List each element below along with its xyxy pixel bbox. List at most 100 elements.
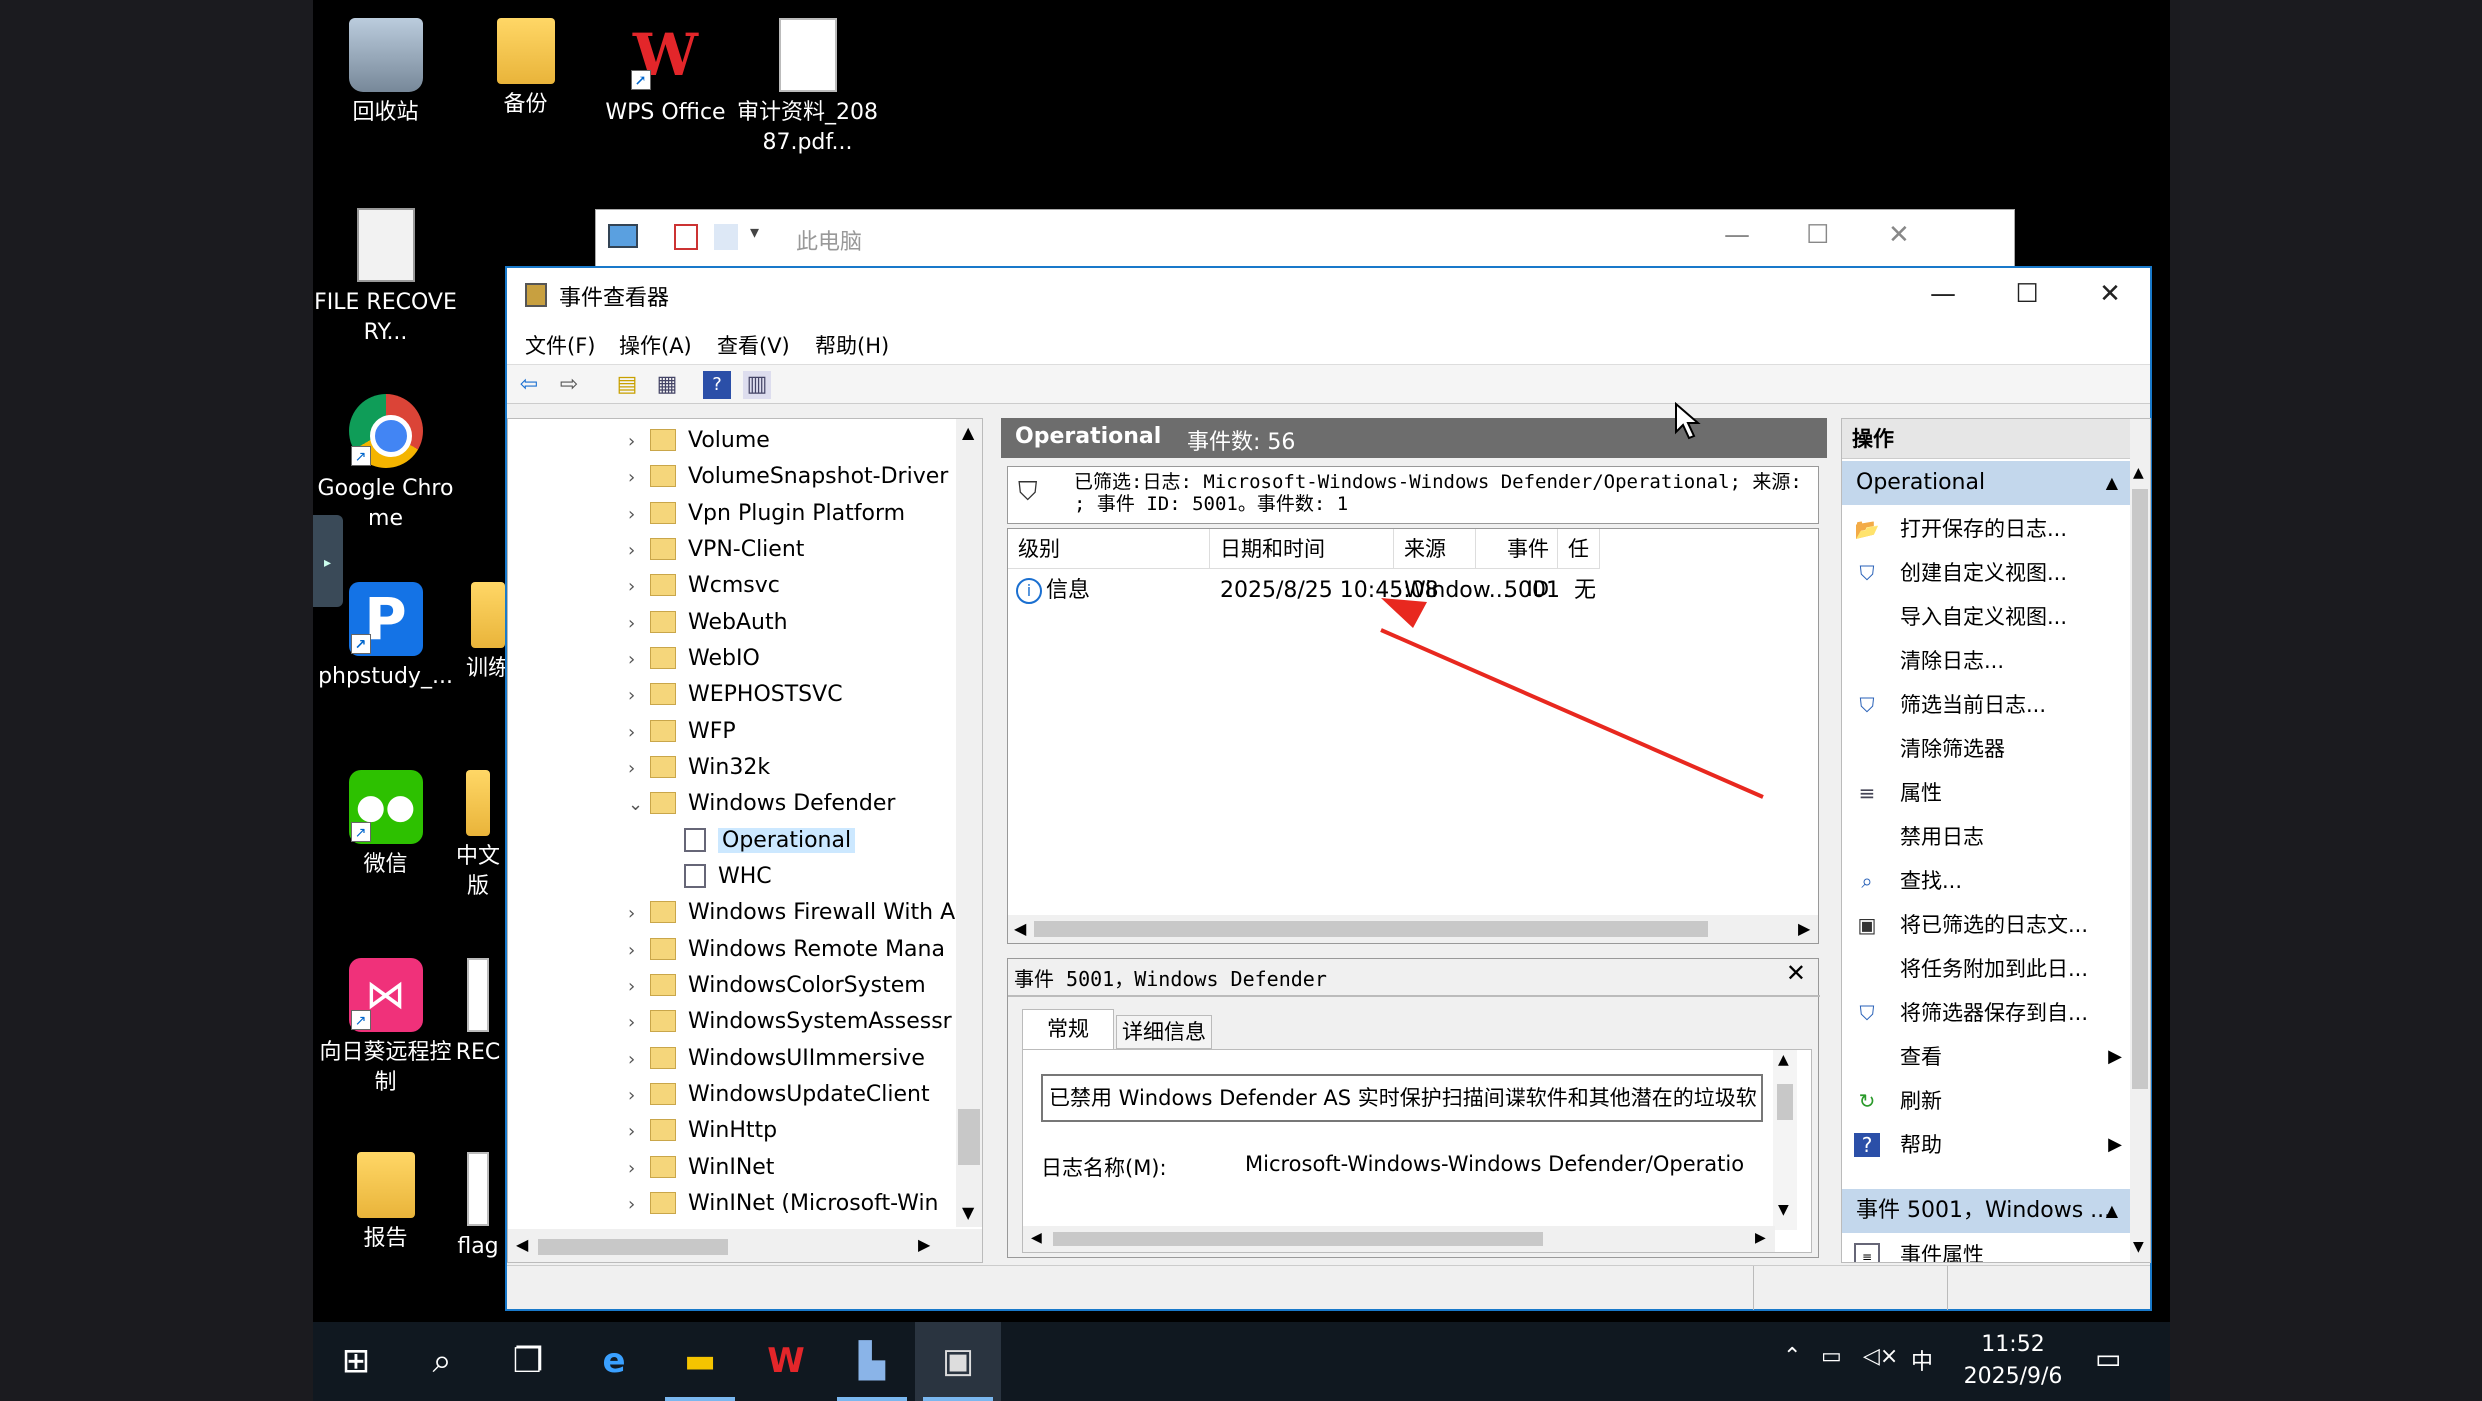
tree-item[interactable]: › WinINet (Microsoft-Win [628,1186,939,1222]
scroll-down-icon[interactable]: ▼ [962,1203,974,1222]
scroll-right-icon[interactable]: ▶ [1755,1230,1766,1246]
column-task[interactable]: 任务类 [1558,529,1600,569]
explorer-window[interactable]: ▾ 此电脑 — ☐ ✕ [595,209,2015,267]
close-icon[interactable]: ✕ [1888,220,1910,250]
action-item[interactable]: ⛉ 将筛选器保存到自... [1842,991,2132,1035]
tree-item[interactable]: › Volume [628,423,770,459]
navigation-tree[interactable]: › Volume › VolumeSnapshot-Driver › Vpn Plugin… [507,418,983,1263]
action-item[interactable]: 禁用日志 [1842,815,2132,859]
desktop-icon-phpstudy[interactable]: P ↗ phpstudy_... [313,582,458,692]
up-folder-icon[interactable]: ▤ [613,371,641,399]
tree-item[interactable]: › VolumeSnapshot-Driver [628,459,948,495]
menu-action[interactable]: 操作(A) [619,330,692,360]
action-item[interactable]: 清除筛选器 [1842,727,2132,771]
desktop-icon-recycle-bin[interactable]: 回收站 [313,18,458,128]
event-message[interactable]: 已禁用 Windows Defender AS 实时保护扫描间谍软件和其他潜在的… [1041,1074,1763,1122]
column-level[interactable]: 级别 [1008,529,1210,569]
start-button[interactable]: ⊞ [313,1322,399,1401]
scroll-right-icon[interactable]: ▶ [918,1235,930,1254]
chevron-right-icon[interactable]: › [628,896,650,932]
maximize-button[interactable]: ☐ [1987,268,2067,320]
tree-item[interactable]: Operational [684,823,856,859]
taskbar-wps[interactable]: W [743,1322,829,1401]
desktop-icon-chrome[interactable]: ↗ Google Chrome [313,394,458,534]
desktop-icon-report[interactable]: 报告 [313,1152,458,1254]
task-view-button[interactable]: ❐ [485,1322,571,1401]
chevron-right-icon[interactable]: › [628,533,650,569]
tree-item[interactable]: › Windows Remote Mana [628,932,945,968]
desktop-icon-backup[interactable]: 备份 [453,18,598,120]
forward-arrow-icon[interactable]: ⇨ [555,371,583,399]
tree-item[interactable]: › Vpn Plugin Platform [628,496,905,532]
collapse-icon[interactable]: ▲ [2106,1189,2118,1233]
detail-scroll-thumb[interactable] [1777,1084,1793,1120]
desktop-icon-wps[interactable]: W ↗ WPS Office [593,18,738,128]
tree-scroll-thumb[interactable] [958,1109,980,1165]
notification-icon[interactable]: ▭ [2095,1342,2121,1375]
tab-general[interactable]: 常规 [1022,1009,1114,1049]
clock-date[interactable]: 2025/9/6 [1953,1364,2073,1389]
detail-vertical-scrollbar[interactable]: ▲ ▼ [1773,1050,1797,1230]
chevron-right-icon[interactable]: › [628,969,650,1005]
chevron-right-icon[interactable]: › [628,424,650,460]
ime-indicator[interactable]: 中 [1911,1344,1933,1376]
column-source[interactable]: 来源 [1394,529,1476,569]
action-item[interactable]: 导入自定义视图... [1842,595,2132,639]
minimize-icon[interactable]: — [1724,220,1750,250]
chevron-down-icon[interactable]: ⌄ [628,787,650,823]
chevron-right-icon[interactable]: › [628,1005,650,1041]
chevron-right-icon[interactable]: › [628,642,650,678]
volume-muted-icon[interactable]: ◁× [1863,1344,1898,1369]
event-viewer-window[interactable]: 事件查看器 — ☐ ✕ 文件(F) 操作(A) 查看(V) 帮助(H) ⇦ ⇨ … [505,266,2152,1311]
desktop-icon-audit-pdf[interactable]: 审计资料_20887.pdf... [735,18,880,158]
actions-section-operational[interactable]: Operational ▲ [1842,461,2132,505]
action-item[interactable]: 清除日志... [1842,639,2132,683]
new-folder-icon[interactable] [714,224,738,250]
tree-item[interactable]: › WFP [628,714,736,750]
chevron-right-icon[interactable]: › [628,678,650,714]
chevron-right-icon[interactable]: › [628,497,650,533]
title-bar[interactable]: 事件查看器 — ☐ ✕ [507,268,2150,320]
tree-item[interactable]: › WindowsUpdateClient [628,1077,930,1113]
grid-horizontal-scrollbar[interactable]: ◀ ▶ [1008,915,1818,943]
action-item[interactable]: 查看 ▶ [1842,1035,2132,1079]
desktop-icon-rec[interactable]: REC [453,958,503,1068]
tree-item[interactable]: › VPN-Client [628,532,804,568]
desktop-icon-wechat[interactable]: ●● ↗ 微信 [313,770,458,880]
actions-vertical-scrollbar[interactable]: ▲ ▼ [2130,419,2150,1262]
show-action-pane-icon[interactable]: ▥ [743,371,771,399]
chevron-right-icon[interactable]: › [628,1151,650,1187]
menu-help[interactable]: 帮助(H) [815,330,889,360]
taskbar-file-explorer[interactable]: ▬ [657,1322,743,1401]
network-icon[interactable]: ▭ [1821,1344,1842,1369]
taskbar-server-manager[interactable]: ▙ [829,1322,915,1401]
tree-item[interactable]: › WEPHOSTSVC [628,677,843,713]
close-icon[interactable]: ✕ [1786,959,1806,987]
minimize-button[interactable]: — [1903,268,1983,320]
scroll-down-icon[interactable]: ▼ [1778,1202,1789,1218]
tree-item[interactable]: › WebIO [628,641,760,677]
chevron-down-icon[interactable]: ▾ [750,222,759,243]
back-arrow-icon[interactable]: ⇦ [515,371,543,399]
properties-icon[interactable] [674,224,698,250]
tab-details[interactable]: 详细信息 [1116,1015,1212,1049]
chevron-right-icon[interactable]: › [628,460,650,496]
chevron-right-icon[interactable]: › [628,569,650,605]
detail-horizontal-scrollbar[interactable]: ◀ ▶ [1023,1226,1775,1252]
chevron-right-icon[interactable]: › [628,1078,650,1114]
scroll-left-icon[interactable]: ◀ [1031,1230,1042,1246]
action-item[interactable]: ⌕ 查找... [1842,859,2132,903]
chevron-right-icon[interactable]: › [628,751,650,787]
action-item[interactable]: ? 帮助 ▶ [1842,1123,2132,1167]
tree-item[interactable]: › WindowsUIImmersive [628,1041,925,1077]
table-row[interactable]: i 信息 2025/8/25 10:45:08 Window... 5001 无 [1008,573,1818,609]
action-item[interactable]: ⛉ 创建自定义视图... [1842,551,2132,595]
tree-item[interactable]: › WindowsColorSystem [628,968,926,1004]
action-item[interactable]: ≡ 属性 [1842,771,2132,815]
desktop-icon-file-recovery[interactable]: FILE RECOVERY... [313,208,458,348]
action-item[interactable]: ⛉ 筛选当前日志... [1842,683,2132,727]
help-icon[interactable]: ? [703,371,731,399]
scroll-left-icon[interactable]: ◀ [1014,919,1026,938]
scroll-up-icon[interactable]: ▲ [962,423,974,442]
column-event-id[interactable]: 事件 ID [1476,529,1558,601]
